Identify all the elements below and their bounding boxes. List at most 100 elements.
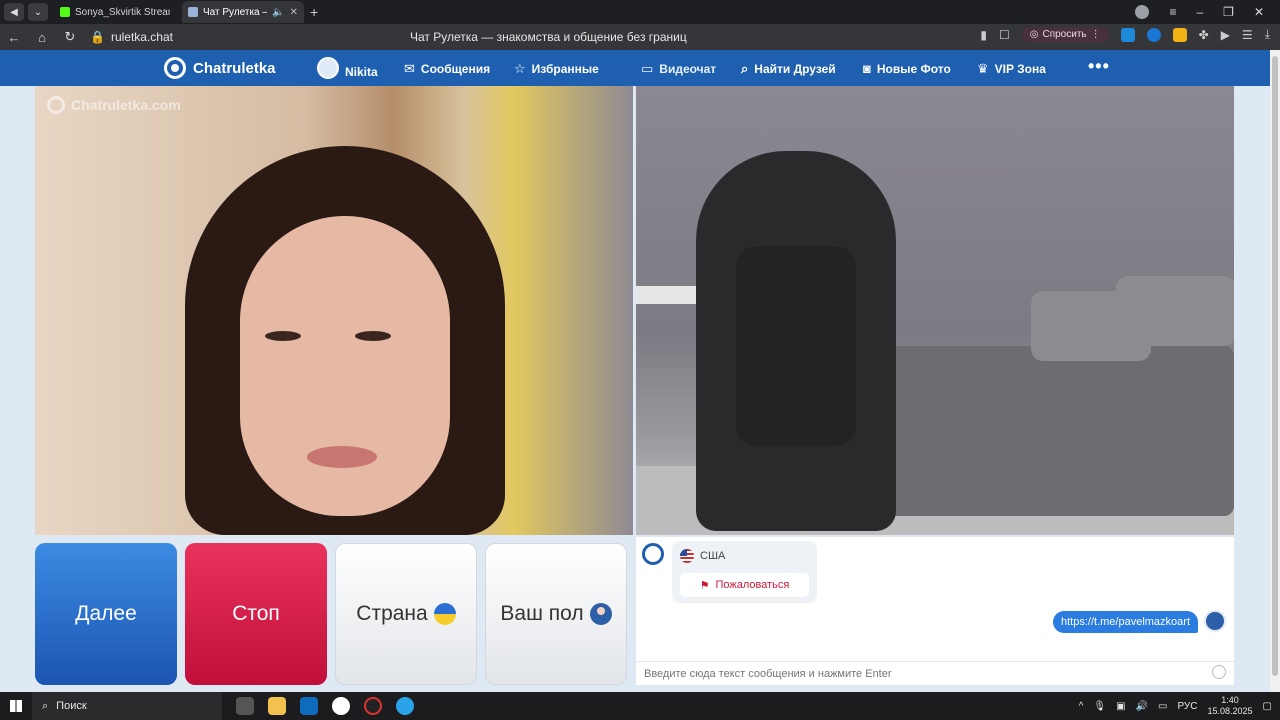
extension-icon[interactable] — [1172, 27, 1187, 42]
url-field[interactable]: 🔒 ruletka.chat — [90, 30, 173, 44]
chatruletka-logo-icon — [47, 96, 65, 114]
tab-title: Sonya_Skvirtik Stream - Ki — [75, 6, 170, 18]
close-tab-icon[interactable]: ✕ — [290, 7, 298, 18]
start-button[interactable] — [0, 692, 32, 720]
nav-profile[interactable]: Nikita — [317, 57, 378, 83]
nav-videochat[interactable]: ▭ Видеочат — [641, 61, 716, 77]
stop-button[interactable]: Стоп — [185, 543, 327, 685]
chevron-up-icon[interactable]: ^ — [1079, 701, 1084, 712]
flag-icon: ⚑ — [699, 579, 710, 592]
site-logo[interactable]: Chatruletka — [164, 57, 276, 79]
partner-video: Chatruletka.com — [35, 86, 633, 535]
nav-messages[interactable]: ✉ Сообщения — [404, 61, 490, 77]
chatruletka-logo-icon — [642, 543, 664, 565]
language-indicator[interactable]: РУС — [1177, 701, 1197, 712]
address-bar: ← ⌂ ↻ 🔒 ruletka.chat Чат Рулетка — знако… — [0, 24, 1280, 50]
ask-icon: ◎ — [1029, 29, 1039, 40]
outlook-icon[interactable] — [300, 697, 318, 715]
emoji-icon[interactable] — [1212, 665, 1226, 679]
page-title: Чат Рулетка — знакомства и общение без г… — [410, 30, 687, 44]
nav-vip[interactable]: ♛ VIP Зона — [977, 61, 1046, 77]
report-button[interactable]: ⚑ Пожаловаться — [680, 573, 809, 597]
nav-favorites[interactable]: ☆ Избранные — [514, 61, 599, 77]
user-gender-icon — [589, 603, 612, 625]
telegram-icon[interactable] — [396, 697, 414, 715]
camera-icon: ◙ — [863, 61, 871, 76]
tab-audio-icon[interactable]: ◀ — [4, 3, 24, 21]
avatar — [317, 57, 339, 79]
chat-input[interactable] — [636, 661, 1234, 685]
search-icon: ⌕ — [741, 61, 749, 76]
nav-new-photos[interactable]: ◙ Новые Фото — [863, 61, 951, 76]
minimize-icon[interactable]: – — [1196, 5, 1203, 19]
more-menu-icon[interactable]: ••• — [1088, 56, 1110, 77]
self-video — [636, 86, 1234, 535]
taskbar-search[interactable]: ⌕ Поиск — [32, 692, 222, 720]
back-icon[interactable]: ← — [0, 30, 28, 45]
windows-icon — [10, 700, 22, 712]
ukraine-flag-icon — [433, 603, 456, 625]
battery-icon[interactable]: ▭ — [1158, 701, 1167, 712]
home-icon[interactable]: ⌂ — [28, 30, 56, 45]
ask-button[interactable]: ◎ Спросить ⋮ — [1021, 27, 1109, 42]
extension-icon[interactable] — [1120, 27, 1135, 42]
person-lips — [307, 446, 377, 468]
partner-info-card: США ⚑ Пожаловаться — [672, 541, 817, 603]
menu-icon[interactable]: ≡ — [1169, 5, 1176, 19]
system-tray: ^ 🎙 ▣ 🔊 ▭ РУС 1:40 15.08.2025 ▢ — [1079, 692, 1272, 720]
room-sofa — [886, 346, 1234, 516]
toolbar-right: ▮ ☐ ◎ Спросить ⋮ ✤ ▶ ☰ ⤓ — [980, 27, 1270, 42]
chatruletka-logo-icon — [164, 57, 186, 79]
video-icon: ▭ — [641, 61, 654, 76]
tab-stream[interactable]: Sonya_Skvirtik Stream - Ki — [54, 1, 176, 23]
file-explorer-icon[interactable] — [268, 697, 286, 715]
browser-tabstrip: ◀ ⌄ Sonya_Skvirtik Stream - Ki Чат Рулет… — [0, 0, 1280, 24]
new-tab-button[interactable]: + — [310, 4, 318, 20]
url-text: ruletka.chat — [110, 30, 173, 44]
tab-title: Чат Рулетка — знакс — [203, 6, 267, 18]
task-view-icon[interactable] — [236, 697, 254, 715]
network-icon[interactable]: ▣ — [1116, 701, 1125, 712]
volume-icon[interactable]: 🔊 — [1136, 701, 1148, 712]
taskbar-apps — [236, 697, 414, 715]
tab-chatruletka[interactable]: Чат Рулетка — знакс 🔈 ✕ — [182, 1, 304, 23]
camera-icon[interactable]: ▮ — [980, 28, 987, 42]
scrollbar-thumb[interactable] — [1272, 56, 1278, 676]
speaker-icon[interactable]: 🔈 — [272, 7, 284, 18]
chat-panel: США ⚑ Пожаловаться https://t.me/pavelmaz… — [636, 537, 1234, 685]
extensions-puzzle-icon[interactable]: ✤ — [1199, 28, 1209, 42]
obs-icon[interactable] — [364, 697, 382, 715]
reload-icon[interactable]: ↻ — [56, 29, 84, 45]
video-watermark: Chatruletka.com — [47, 96, 181, 114]
clock[interactable]: 1:40 15.08.2025 — [1208, 695, 1253, 717]
yandex-browser-icon[interactable] — [332, 697, 350, 715]
chatruletka-tab-icon — [188, 7, 198, 17]
window-controls: ≡ – ❐ ✕ — [1135, 0, 1280, 24]
sidebar-icon[interactable]: ☰ — [1242, 28, 1253, 42]
country-button[interactable]: Страна — [335, 543, 477, 685]
chat-message[interactable]: https://t.me/pavelmazkoart — [1053, 611, 1198, 633]
nav-find-friends[interactable]: ⌕ Найти Друзей — [741, 61, 836, 77]
tab-list-icon[interactable]: ⌄ — [28, 3, 48, 21]
star-icon: ☆ — [514, 61, 526, 76]
media-icon[interactable]: ▶ — [1221, 28, 1230, 42]
restore-icon[interactable]: ❐ — [1223, 5, 1234, 19]
bookmark-icon[interactable]: ☐ — [999, 28, 1010, 42]
download-icon[interactable]: ⤓ — [1265, 27, 1270, 42]
crown-icon: ♛ — [977, 61, 989, 76]
chair-seat — [736, 246, 856, 446]
search-icon: ⌕ — [42, 699, 49, 712]
kick-icon — [60, 7, 70, 17]
room-piano — [636, 286, 696, 304]
next-button[interactable]: Далее — [35, 543, 177, 685]
usa-flag-icon — [680, 549, 694, 563]
extension-icon[interactable] — [1146, 27, 1161, 42]
profile-icon[interactable] — [1135, 5, 1150, 19]
gender-button[interactable]: Ваш пол — [485, 543, 627, 685]
notifications-icon[interactable]: ▢ — [1263, 701, 1272, 712]
person-face — [240, 216, 450, 516]
taskbar: ⌕ Поиск ^ 🎙 ▣ 🔊 ▭ РУС 1:40 15.08.2025 ▢ — [0, 692, 1280, 720]
close-window-icon[interactable]: ✕ — [1254, 5, 1264, 19]
site-nav: Chatruletka Nikita ✉ Сообщения ☆ Избранн… — [0, 50, 1270, 86]
microphone-icon[interactable]: 🎙 — [1093, 701, 1106, 712]
